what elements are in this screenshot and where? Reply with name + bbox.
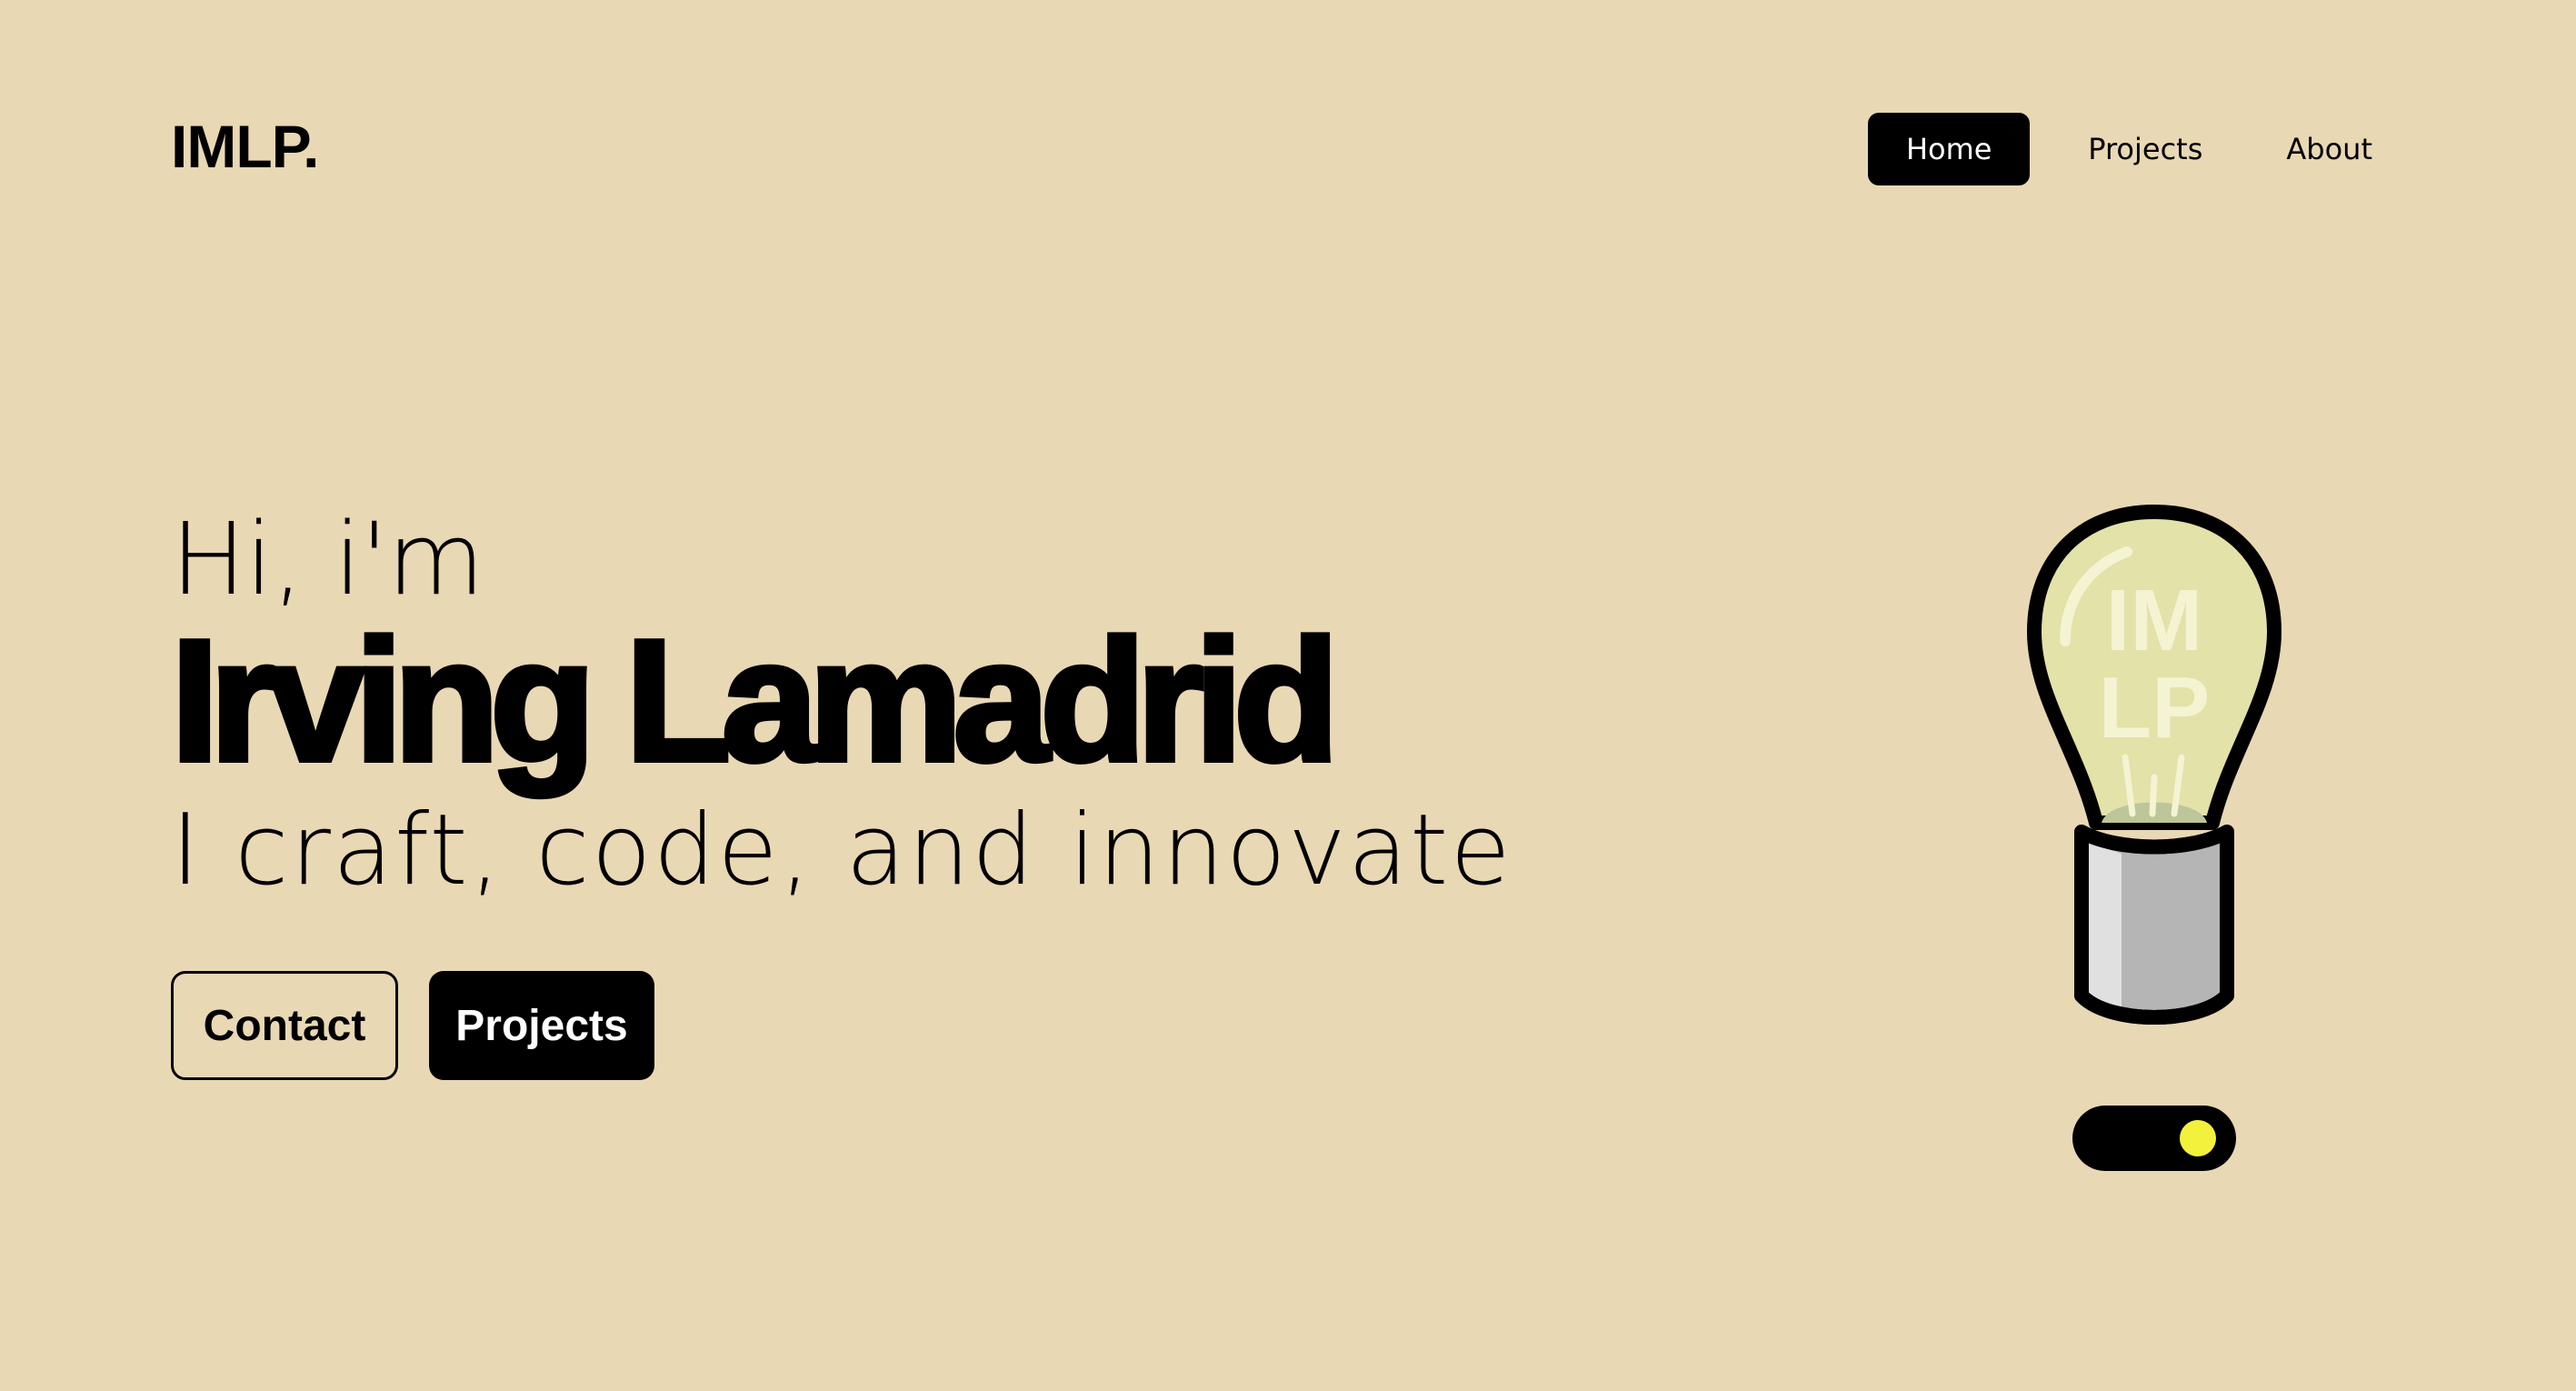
lightbulb-icon: IM LP [2027,505,2281,1025]
hero-greeting: Hi, i'm [171,501,484,617]
projects-button[interactable]: Projects [429,971,654,1080]
hero-tagline: I craft, code, and innovate [171,794,1513,907]
nav-about[interactable]: About [2244,113,2414,185]
bulb-text-line2: LP [2099,659,2211,756]
hero-name: Irving Lamadrid [168,605,1342,797]
hero-section: Hi, i'm Irving Lamadrid I craft, code, a… [168,501,1513,907]
site-logo[interactable]: IMLP. [171,116,319,176]
toggle-knob [2180,1120,2216,1156]
nav-projects[interactable]: Projects [2046,113,2244,185]
light-toggle-switch[interactable] [2072,1106,2236,1171]
nav-home[interactable]: Home [1868,113,2031,185]
contact-button[interactable]: Contact [171,971,398,1080]
hero-actions: Contact Projects [171,971,654,1080]
bulb-text-line1: IM [2106,572,2203,669]
main-nav: Home Projects About [1868,113,2414,185]
